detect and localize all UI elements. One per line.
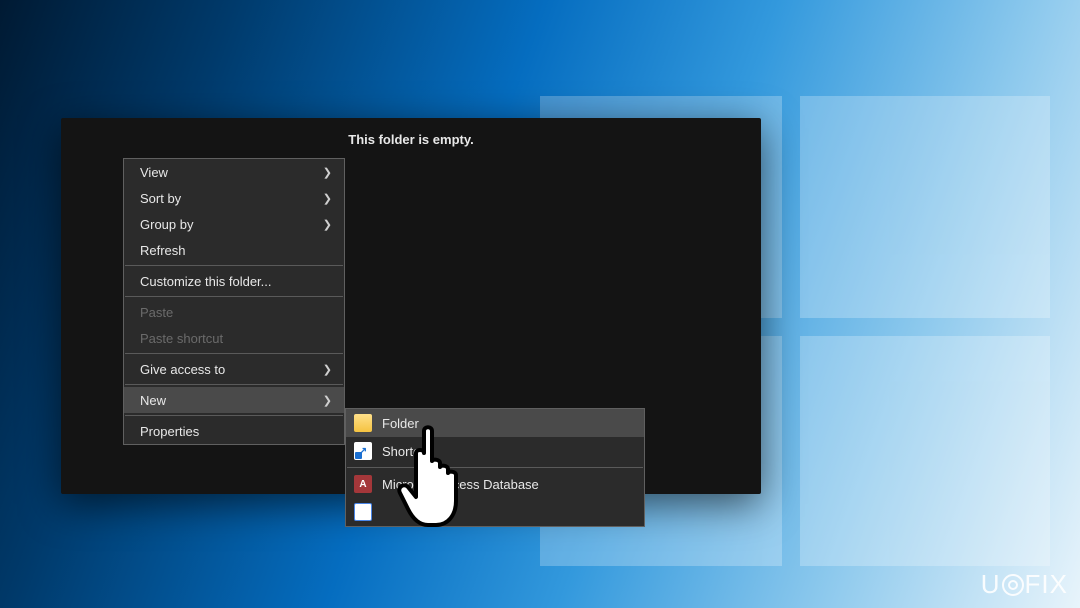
watermark-text-right: FIX xyxy=(1025,569,1068,599)
menu-separator xyxy=(125,353,343,354)
empty-folder-message: This folder is empty. xyxy=(61,132,761,147)
menu-item-sort-by[interactable]: Sort by ❯ xyxy=(124,185,344,211)
menu-label: Paste xyxy=(140,305,173,320)
menu-label: Group by xyxy=(140,217,193,232)
menu-label: View xyxy=(140,165,168,180)
menu-label: Properties xyxy=(140,424,199,439)
menu-separator xyxy=(125,296,343,297)
menu-item-group-by[interactable]: Group by ❯ xyxy=(124,211,344,237)
shortcut-icon: ↗ xyxy=(354,442,372,460)
submenu-item-document[interactable] xyxy=(346,498,644,526)
submenu-item-access-db[interactable]: A Microsoft Access Database xyxy=(346,470,644,498)
submenu-item-folder[interactable]: Folder xyxy=(346,409,644,437)
menu-item-give-access-to[interactable]: Give access to ❯ xyxy=(124,356,344,382)
menu-item-paste-shortcut: Paste shortcut xyxy=(124,325,344,351)
document-icon xyxy=(354,503,372,521)
access-icon: A xyxy=(354,475,372,493)
menu-separator xyxy=(125,384,343,385)
chevron-right-icon: ❯ xyxy=(323,394,332,407)
new-submenu: Folder ↗ Shortcut A Microsoft Access Dat… xyxy=(345,408,645,527)
watermark: U FIX xyxy=(981,569,1068,600)
menu-item-paste: Paste xyxy=(124,299,344,325)
menu-item-customize-folder[interactable]: Customize this folder... xyxy=(124,268,344,294)
menu-label: New xyxy=(140,393,166,408)
menu-separator xyxy=(347,467,643,468)
context-menu: View ❯ Sort by ❯ Group by ❯ Refresh Cust… xyxy=(123,158,345,445)
menu-label: Customize this folder... xyxy=(140,274,272,289)
menu-item-view[interactable]: View ❯ xyxy=(124,159,344,185)
watermark-text-left: U xyxy=(981,569,1001,599)
menu-item-new[interactable]: New ❯ xyxy=(124,387,344,413)
chevron-right-icon: ❯ xyxy=(323,218,332,231)
chevron-right-icon: ❯ xyxy=(323,363,332,376)
folder-icon xyxy=(354,414,372,432)
gear-icon xyxy=(1002,574,1024,596)
menu-label: Paste shortcut xyxy=(140,331,223,346)
submenu-item-shortcut[interactable]: ↗ Shortcut xyxy=(346,437,644,465)
menu-label: Sort by xyxy=(140,191,181,206)
menu-separator xyxy=(125,265,343,266)
menu-item-refresh[interactable]: Refresh xyxy=(124,237,344,263)
menu-label: Refresh xyxy=(140,243,186,258)
chevron-right-icon: ❯ xyxy=(323,192,332,205)
menu-item-properties[interactable]: Properties xyxy=(124,418,344,444)
cursor-pointer-icon xyxy=(394,423,482,531)
menu-label: Give access to xyxy=(140,362,225,377)
chevron-right-icon: ❯ xyxy=(323,166,332,179)
menu-separator xyxy=(125,415,343,416)
